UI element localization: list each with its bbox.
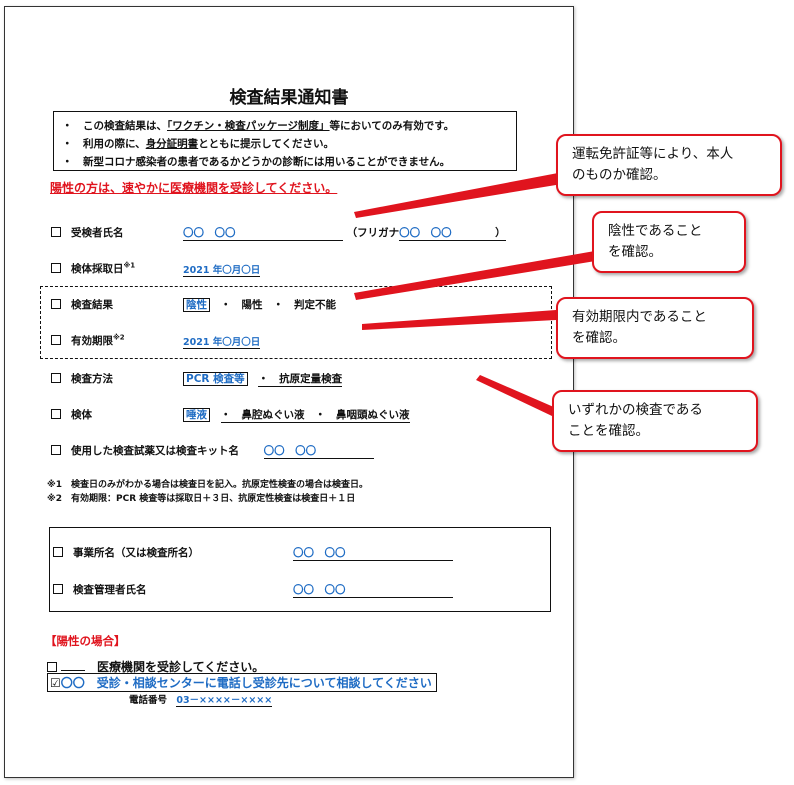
callout-test-type: いずれかの検査である ことを確認。 bbox=[552, 390, 758, 452]
callout-connector-2 bbox=[354, 248, 614, 300]
callout-expiry: 有効期限内であること を確認。 bbox=[556, 297, 754, 359]
callout-connector-4 bbox=[476, 375, 556, 416]
callout-connector-1 bbox=[354, 173, 562, 218]
callout-connector-3 bbox=[362, 310, 556, 330]
callout-negative: 陰性であること を確認。 bbox=[592, 211, 746, 273]
callout-identity: 運転免許証等により、本人 のものか確認。 bbox=[556, 134, 782, 196]
